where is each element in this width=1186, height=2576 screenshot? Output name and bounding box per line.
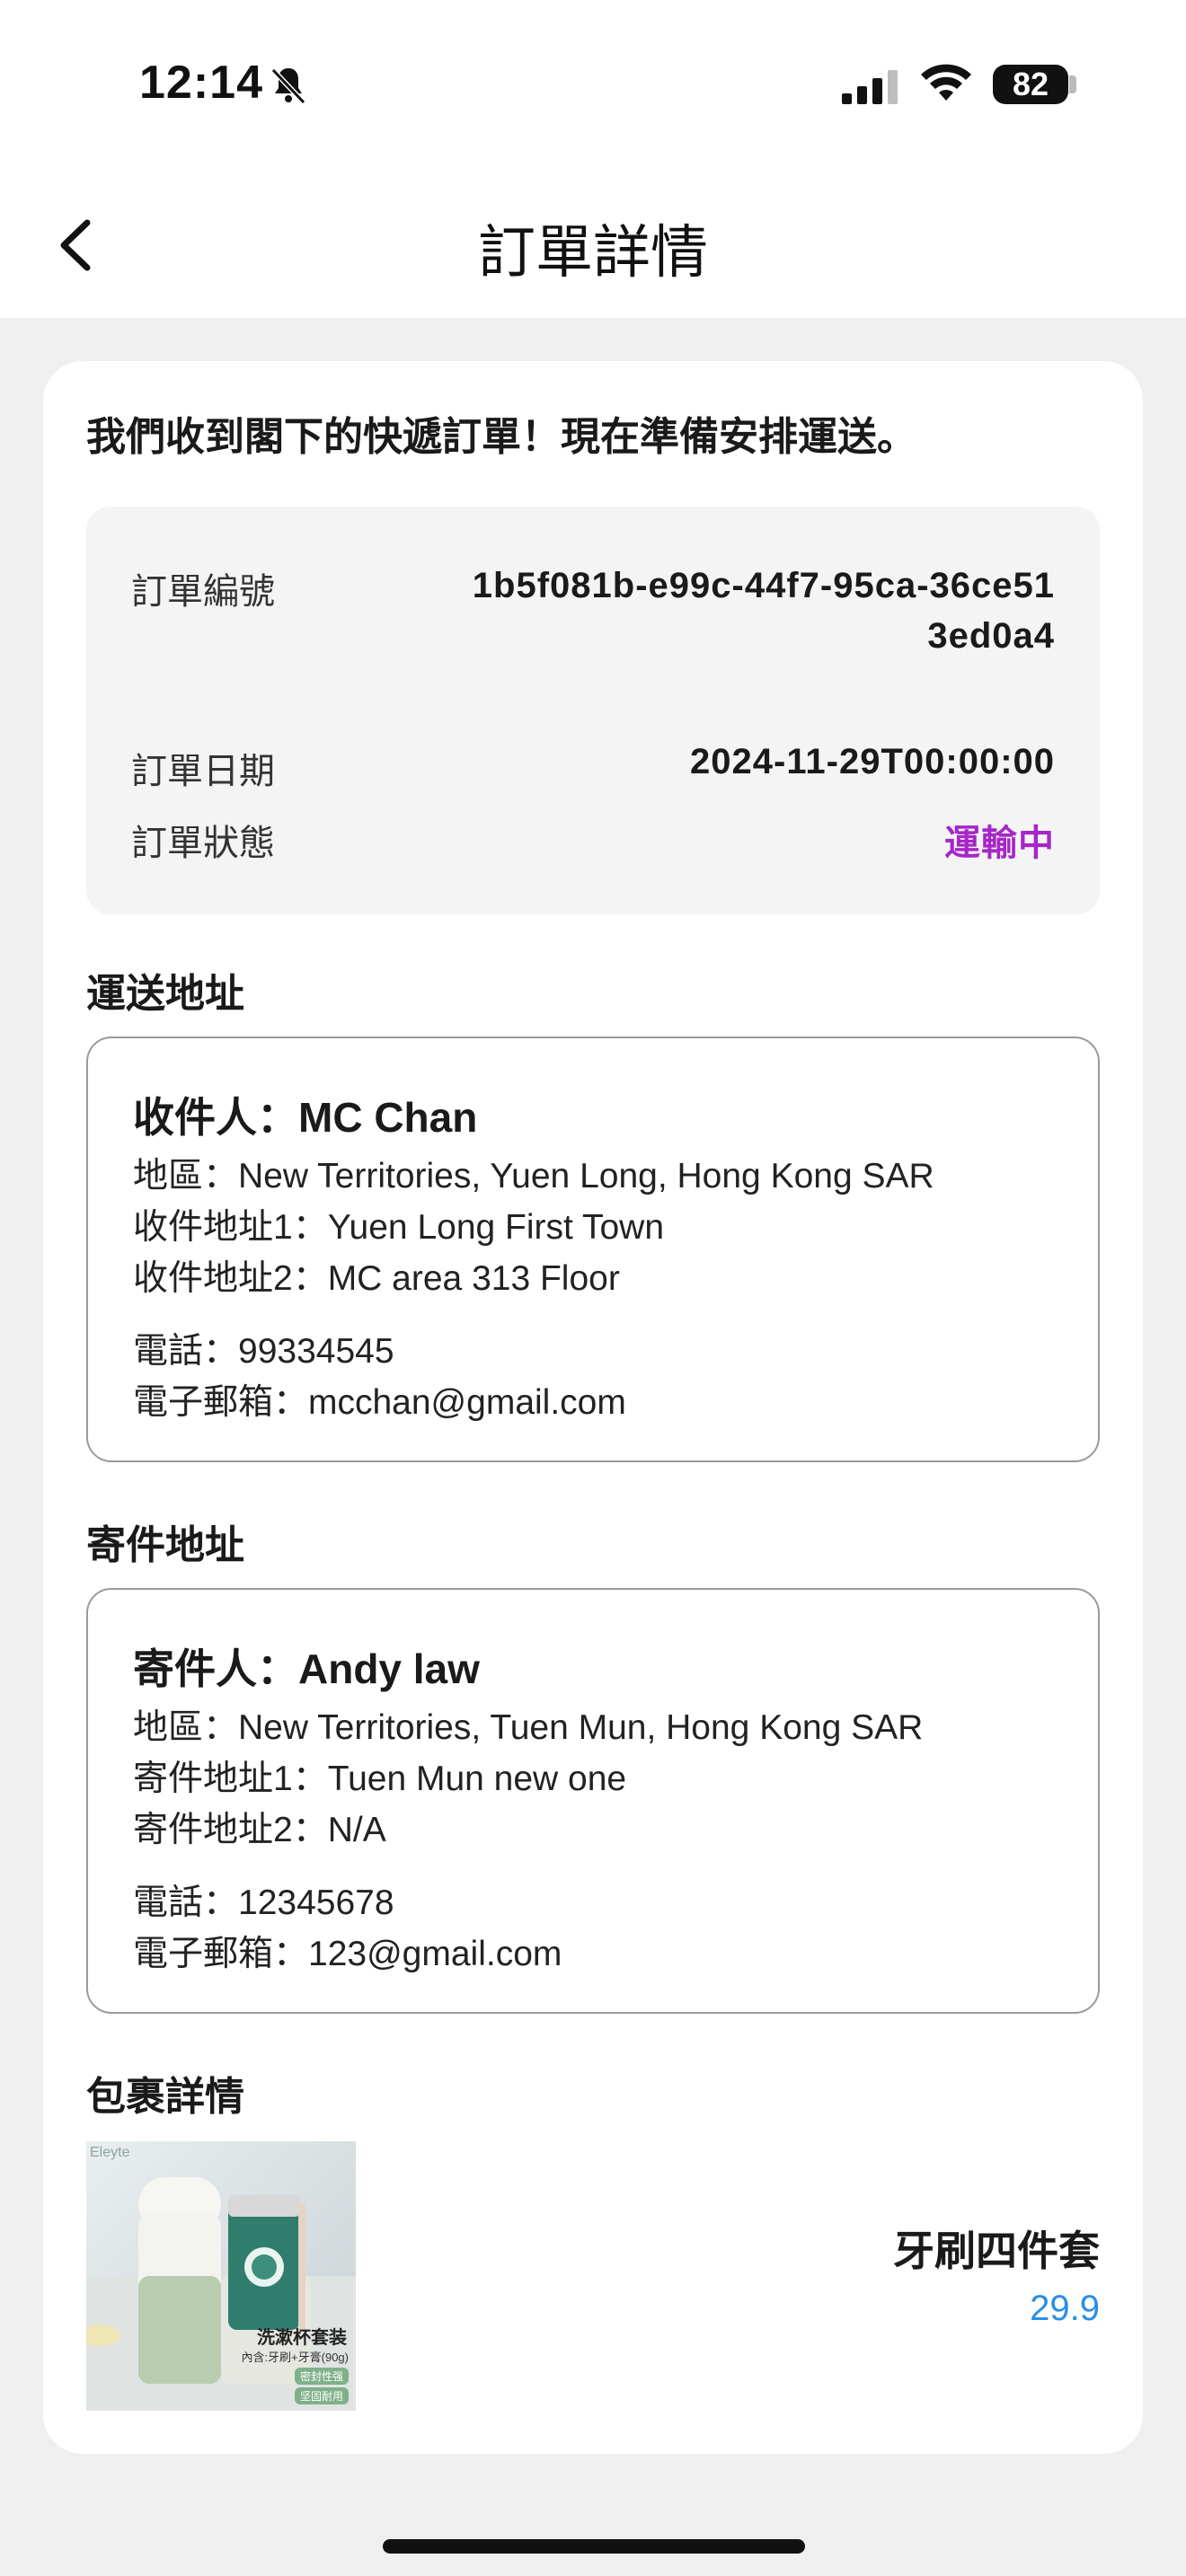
page-title: 訂單詳情 xyxy=(478,220,708,285)
chevron-left-icon[interactable] xyxy=(49,214,103,277)
order-status-label: 訂單狀態 xyxy=(131,824,275,863)
product-price: 29.9 xyxy=(1030,2289,1100,2328)
signal-icon xyxy=(842,70,898,104)
sender-section-title: 寄件地址 xyxy=(86,1523,244,1567)
battery-cap xyxy=(1069,75,1076,93)
home-indicator[interactable] xyxy=(383,2539,805,2554)
order-date-label: 訂單日期 xyxy=(131,752,275,791)
package-section-title: 包裹詳情 xyxy=(86,2075,244,2119)
sender-region: 地區：New Territories, Tuen Mun, Hong Kong … xyxy=(133,1708,924,1747)
order-id-value: 1b5f081b-e99c-44f7-95ca-36ce513ed0a4 xyxy=(472,566,1055,656)
order-id-label: 訂單編號 xyxy=(131,572,275,612)
recipient-phone: 電話：99334545 xyxy=(133,1332,394,1371)
order-headline: 我們收到閣下的快遞訂單！現在準備安排運送。 xyxy=(86,415,916,459)
sender-email: 電子郵箱：123@gmail.com xyxy=(133,1935,562,1973)
sender-address2: 寄件地址2：N/A xyxy=(133,1811,386,1849)
wifi-icon xyxy=(921,64,971,101)
shipping-address-box: 收件人：MC Chan 地區：New Territories, Yuen Lon… xyxy=(86,1037,1100,1462)
product-image-subcaption: 內含:牙刷+牙膏(90g) xyxy=(241,2351,349,2364)
sender-name: 寄件人：Andy law xyxy=(133,1645,480,1692)
order-info-box: 訂單編號 1b5f081b-e99c-44f7-95ca-36ce513ed0a… xyxy=(86,507,1100,914)
recipient-email: 電子郵箱：mcchan@gmail.com xyxy=(133,1383,626,1422)
sender-phone: 電話：12345678 xyxy=(133,1883,394,1922)
battery-icon: 82 xyxy=(993,65,1068,104)
product-image-tag2: 坚固耐用 xyxy=(294,2387,349,2404)
status-time: 12:14 xyxy=(139,57,263,109)
shipping-section-title: 運送地址 xyxy=(86,972,244,1016)
status-bar: 12:14 82 xyxy=(0,0,1186,171)
product-image-caption: 洗漱杯套装 xyxy=(257,2328,347,2348)
order-detail-card: 我們收到閣下的快遞訂單！現在準備安排運送。 訂單編號 1b5f081b-e99c… xyxy=(43,361,1143,2454)
product-image-tag1: 密封性强 xyxy=(294,2368,349,2385)
product-name: 牙刷四件套 xyxy=(893,2228,1100,2274)
recipient-region: 地區：New Territories, Yuen Long, Hong Kong… xyxy=(133,1157,934,1195)
order-date-value: 2024-11-29T00:00:00 xyxy=(690,742,1055,781)
recipient-name: 收件人：MC Chan xyxy=(133,1094,478,1141)
recipient-address2: 收件地址2：MC area 313 Floor xyxy=(133,1259,620,1298)
sender-address-box: 寄件人：Andy law 地區：New Territories, Tuen Mu… xyxy=(86,1588,1100,2014)
nav-bar: 訂單詳情 xyxy=(0,171,1186,318)
sender-address1: 寄件地址1：Tuen Mun new one xyxy=(133,1760,627,1798)
bell-slash-icon xyxy=(270,67,306,105)
order-status-value: 運輸中 xyxy=(944,824,1055,863)
product-image[interactable]: Eleyte 洗漱杯套装 內含:牙刷+牙膏(90g) 密封性强 坚固耐用 xyxy=(86,2141,356,2411)
recipient-address1: 收件地址1：Yuen Long First Town xyxy=(133,1208,665,1247)
product-image-brand: Eleyte xyxy=(90,2145,130,2160)
